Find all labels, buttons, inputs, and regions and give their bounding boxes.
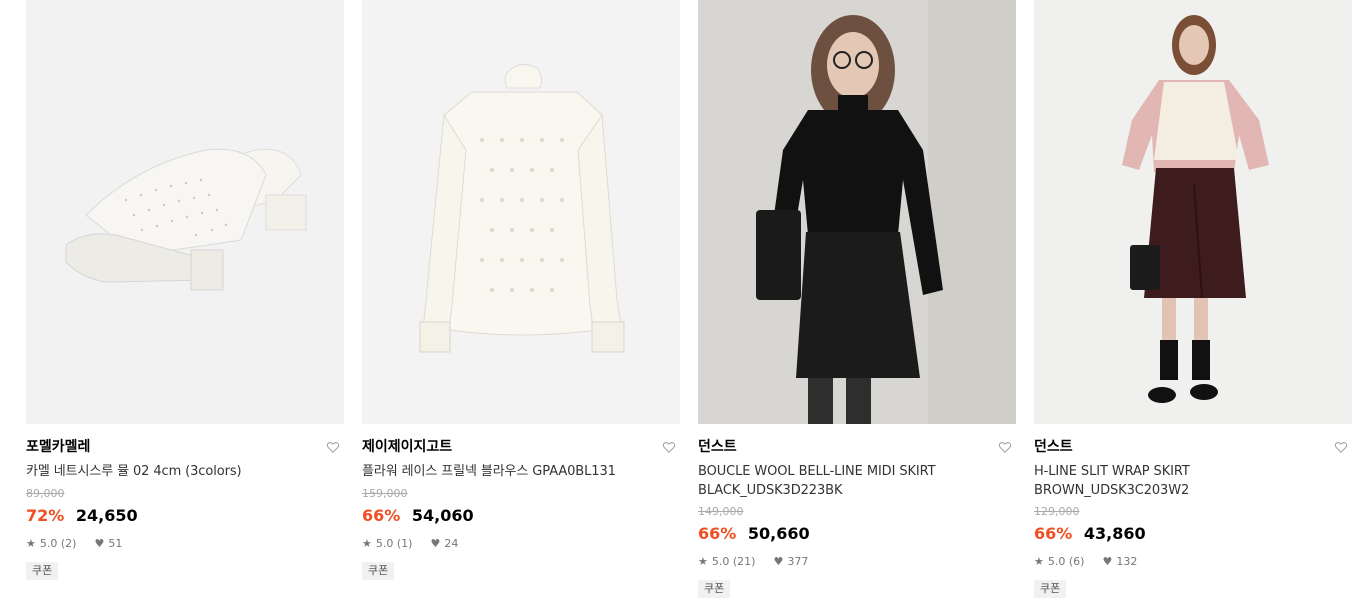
review-meta: ★ 5.0 (21) ♥ 377	[698, 555, 808, 568]
review-meta: ★ 5.0 (6) ♥ 132	[1034, 555, 1137, 568]
coupon-badge: 쿠폰	[1034, 580, 1067, 598]
rating: 5.0 (2)	[39, 537, 77, 550]
product-image[interactable]	[698, 0, 1016, 424]
model-black-skirt-image	[698, 0, 1016, 424]
price-row: 66% 54,060	[362, 506, 474, 526]
sale-price: 54,060	[411, 506, 474, 525]
product-name[interactable]: 플라워 레이스 프릴넥 블라우스 GPAA0BL131	[362, 462, 652, 481]
product-card[interactable]: 포멜카멜레 카멜 네트시스루 뮬 02 4cm (3colors) 89,000…	[26, 0, 344, 603]
heart-filled-icon: ♥	[1102, 555, 1113, 568]
original-price: 89,000	[26, 487, 65, 500]
brand-name[interactable]: 던스트	[1034, 438, 1073, 456]
model-brown-skirt-image	[1034, 0, 1352, 424]
likes-count: 24	[444, 537, 459, 550]
star-icon: ★	[26, 537, 36, 550]
coupon-badge: 쿠폰	[362, 562, 395, 580]
heart-filled-icon: ♥	[773, 555, 784, 568]
product-image[interactable]	[1034, 0, 1352, 424]
review-meta: ★ 5.0 (1) ♥ 24	[362, 537, 458, 550]
product-card[interactable]: 제이제이지고트 플라워 레이스 프릴넥 블라우스 GPAA0BL131 159,…	[362, 0, 680, 603]
product-image[interactable]	[362, 0, 680, 424]
product-name[interactable]: BOUCLE WOOL BELL-LINE MIDI SKIRT BLACK_U…	[698, 462, 988, 500]
star-icon: ★	[698, 555, 708, 568]
likes-count: 377	[787, 555, 809, 568]
product-grid: 포멜카멜레 카멜 네트시스루 뮬 02 4cm (3colors) 89,000…	[26, 0, 1352, 603]
price-row: 66% 43,860	[1034, 524, 1146, 544]
discount-rate: 66%	[698, 524, 737, 543]
product-card[interactable]: 던스트 H-LINE SLIT WRAP SKIRT BROWN_UDSK3C2…	[1034, 0, 1352, 603]
sandal-image	[26, 0, 344, 424]
price-row: 72% 24,650	[26, 506, 138, 526]
discount-rate: 72%	[26, 506, 65, 525]
star-icon: ★	[362, 537, 372, 550]
rating: 5.0 (1)	[375, 537, 413, 550]
coupon-badge: 쿠폰	[26, 562, 59, 580]
likes-count: 132	[1116, 555, 1138, 568]
coupon-badge: 쿠폰	[698, 580, 731, 598]
review-meta: ★ 5.0 (2) ♥ 51	[26, 537, 122, 550]
rating: 5.0 (6)	[1047, 555, 1085, 568]
heart-filled-icon: ♥	[430, 537, 441, 550]
blouse-image	[362, 0, 680, 424]
brand-name[interactable]: 제이제이지고트	[362, 438, 452, 456]
sale-price: 50,660	[747, 524, 810, 543]
heart-outline-icon[interactable]	[326, 440, 340, 454]
price-row: 66% 50,660	[698, 524, 810, 544]
original-price: 159,000	[362, 487, 408, 500]
heart-outline-icon[interactable]	[662, 440, 676, 454]
star-icon: ★	[1034, 555, 1044, 568]
rating: 5.0 (21)	[711, 555, 756, 568]
heart-filled-icon: ♥	[94, 537, 105, 550]
product-name[interactable]: 카멜 네트시스루 뮬 02 4cm (3colors)	[26, 462, 316, 481]
original-price: 149,000	[698, 505, 744, 518]
discount-rate: 66%	[1034, 524, 1073, 543]
original-price: 129,000	[1034, 505, 1080, 518]
heart-outline-icon[interactable]	[1334, 440, 1348, 454]
sale-price: 43,860	[1083, 524, 1146, 543]
discount-rate: 66%	[362, 506, 401, 525]
brand-name[interactable]: 던스트	[698, 438, 737, 456]
likes-count: 51	[108, 537, 123, 550]
sale-price: 24,650	[75, 506, 138, 525]
product-name[interactable]: H-LINE SLIT WRAP SKIRT BROWN_UDSK3C203W2	[1034, 462, 1324, 500]
product-image[interactable]	[26, 0, 344, 424]
brand-name[interactable]: 포멜카멜레	[26, 438, 90, 456]
heart-outline-icon[interactable]	[998, 440, 1012, 454]
product-card[interactable]: 던스트 BOUCLE WOOL BELL-LINE MIDI SKIRT BLA…	[698, 0, 1016, 603]
